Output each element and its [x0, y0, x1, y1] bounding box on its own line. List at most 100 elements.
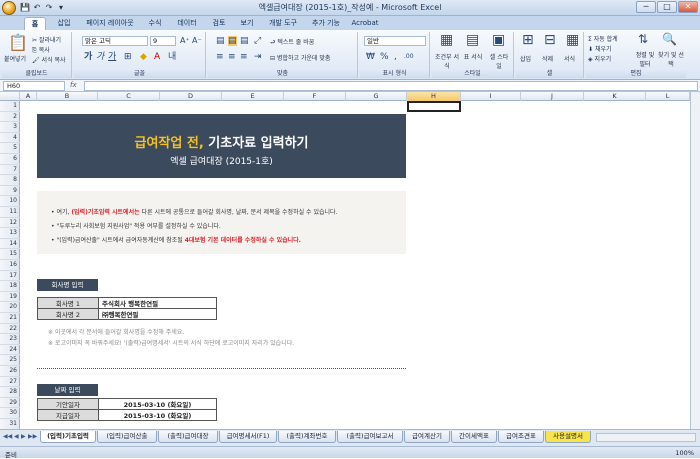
- row-header[interactable]: 1: [0, 101, 20, 112]
- sheet-prev-icon[interactable]: ◀: [14, 433, 19, 440]
- fill-color-icon[interactable]: ◆: [140, 52, 147, 62]
- font-color-icon[interactable]: A: [154, 52, 160, 62]
- column-header[interactable]: C: [98, 92, 160, 101]
- row-header[interactable]: 4: [0, 133, 20, 144]
- align-middle-icon[interactable]: ▤: [228, 36, 237, 46]
- number-format-select[interactable]: 일반: [364, 36, 426, 46]
- autosum-button[interactable]: Σ 자동 합계: [588, 34, 618, 43]
- sheet-first-icon[interactable]: ◀◀: [3, 433, 12, 440]
- clear-button[interactable]: ◈ 지우기: [588, 54, 611, 63]
- row-header[interactable]: 30: [0, 408, 20, 419]
- row-header[interactable]: 19: [0, 292, 20, 303]
- row-header[interactable]: 10: [0, 196, 20, 207]
- tab-formulas[interactable]: 수식: [142, 17, 168, 30]
- sheet-tab-report[interactable]: (출력)급여보고서: [337, 431, 403, 443]
- bold-icon[interactable]: 가: [84, 52, 92, 62]
- row-header[interactable]: 20: [0, 302, 20, 313]
- merge-center-button[interactable]: ⊟ 병합하고 가운데 맞춤: [270, 53, 330, 62]
- comma-icon[interactable]: ,: [394, 52, 397, 62]
- sheet-tab-tax-table[interactable]: 간이세액표: [451, 431, 497, 443]
- table-format-button[interactable]: 표 서식: [462, 52, 484, 61]
- sheet-tab-lookup[interactable]: 급여조견표: [498, 431, 544, 443]
- sheet-last-icon[interactable]: ▶▶: [28, 433, 37, 440]
- minimize-button[interactable]: ─: [636, 1, 656, 13]
- border-icon[interactable]: ⊞: [124, 52, 132, 62]
- tab-page-layout[interactable]: 페이지 레이아웃: [80, 17, 140, 30]
- sheet-tab-payslip[interactable]: 급여명세서(F1): [219, 431, 277, 443]
- row-header[interactable]: 28: [0, 387, 20, 398]
- maximize-button[interactable]: □: [657, 1, 677, 13]
- sheet-tab-basic-input[interactable]: (입력)기초입력: [40, 431, 96, 443]
- shrink-font-icon[interactable]: A⁻: [192, 36, 202, 46]
- column-header[interactable]: J: [521, 92, 584, 101]
- row-header[interactable]: 16: [0, 260, 20, 271]
- sheet-tab-pay-calc[interactable]: (입력)급여산출: [97, 431, 157, 443]
- row-header[interactable]: 3: [0, 122, 20, 133]
- row-header[interactable]: 24: [0, 345, 20, 356]
- row-header[interactable]: 31: [0, 419, 20, 430]
- row-header[interactable]: 18: [0, 281, 20, 292]
- align-center-icon[interactable]: ≡: [228, 52, 236, 62]
- underline-icon[interactable]: 가: [108, 52, 116, 62]
- italic-icon[interactable]: 가: [96, 52, 104, 62]
- company-1-input[interactable]: 주식회사 행복한연필: [98, 297, 217, 309]
- row-header[interactable]: 6: [0, 154, 20, 165]
- currency-icon[interactable]: ₩: [366, 52, 375, 62]
- tab-home[interactable]: 홈: [24, 17, 46, 30]
- company-2-input[interactable]: ㈜행복한연필: [98, 308, 217, 320]
- fx-icon[interactable]: fx: [70, 81, 77, 89]
- column-header[interactable]: G: [346, 92, 407, 101]
- row-header[interactable]: 5: [0, 143, 20, 154]
- align-bottom-icon[interactable]: ▤: [240, 36, 249, 46]
- sheet-tab-payroll[interactable]: (출력)급여대장: [158, 431, 218, 443]
- row-header[interactable]: 15: [0, 249, 20, 260]
- sort-filter-button[interactable]: 정렬 및 필터: [634, 50, 656, 68]
- row-header[interactable]: 21: [0, 313, 20, 324]
- row-header[interactable]: 29: [0, 398, 20, 409]
- insert-cells-button[interactable]: 삽입: [520, 54, 531, 63]
- sheet-next-icon[interactable]: ▶: [21, 433, 26, 440]
- conditional-format-button[interactable]: 조건부 서식: [434, 52, 460, 70]
- horizontal-scrollbar[interactable]: [596, 433, 696, 442]
- decimal-icon[interactable]: .00: [404, 52, 414, 62]
- phonetic-icon[interactable]: 내: [168, 52, 176, 62]
- delete-cells-button[interactable]: 삭제: [542, 54, 553, 63]
- draft-date-input[interactable]: 2015-03-10 (화요일): [98, 398, 217, 410]
- align-left-icon[interactable]: ≡: [216, 52, 224, 62]
- column-header[interactable]: E: [222, 92, 284, 101]
- tab-developer[interactable]: 개발 도구: [262, 17, 304, 30]
- tab-review[interactable]: 검토: [206, 17, 232, 30]
- column-header[interactable]: I: [461, 92, 521, 101]
- name-box[interactable]: H60: [3, 81, 65, 91]
- row-header[interactable]: 22: [0, 324, 20, 335]
- percent-icon[interactable]: %: [380, 52, 389, 62]
- cell-style-button[interactable]: 셀 스타일: [488, 52, 510, 70]
- row-header[interactable]: 7: [0, 165, 20, 176]
- font-size-select[interactable]: 9: [150, 36, 176, 46]
- fill-button[interactable]: ⬇ 채우기: [588, 44, 612, 53]
- row-header[interactable]: 2: [0, 112, 20, 123]
- sheet-tab-calculator[interactable]: 급여계산기: [404, 431, 450, 443]
- column-header[interactable]: B: [37, 92, 98, 101]
- format-painter-button[interactable]: 🖌 서식 복사: [32, 55, 66, 64]
- tab-add-ins[interactable]: 추가 기능: [306, 17, 346, 30]
- format-cells-button[interactable]: 서식: [564, 54, 575, 63]
- align-right-icon[interactable]: ≡: [240, 52, 248, 62]
- sheet-tab-accounts[interactable]: (출력)계좌번호: [278, 431, 336, 443]
- copy-button[interactable]: ⎘ 복사: [32, 45, 50, 55]
- column-header[interactable]: K: [584, 92, 646, 101]
- align-top-icon[interactable]: ▤: [216, 36, 225, 46]
- tab-insert[interactable]: 삽입: [50, 17, 78, 30]
- row-header[interactable]: 27: [0, 377, 20, 388]
- wrap-text-button[interactable]: ⮐ 텍스트 줄 바꿈: [270, 37, 314, 48]
- row-header[interactable]: 17: [0, 271, 20, 282]
- column-header[interactable]: F: [284, 92, 346, 101]
- cut-button[interactable]: ✂ 잘라내기: [32, 35, 61, 44]
- indent-icon[interactable]: ⇥: [254, 52, 262, 62]
- orientation-icon[interactable]: ⤢: [254, 36, 261, 46]
- column-header[interactable]: A: [20, 92, 37, 101]
- zoom-level[interactable]: 100%: [675, 449, 694, 457]
- sheet-tab-manual[interactable]: 사용설명서: [545, 431, 591, 443]
- tab-acrobat[interactable]: Acrobat: [348, 17, 382, 30]
- row-header[interactable]: 12: [0, 218, 20, 229]
